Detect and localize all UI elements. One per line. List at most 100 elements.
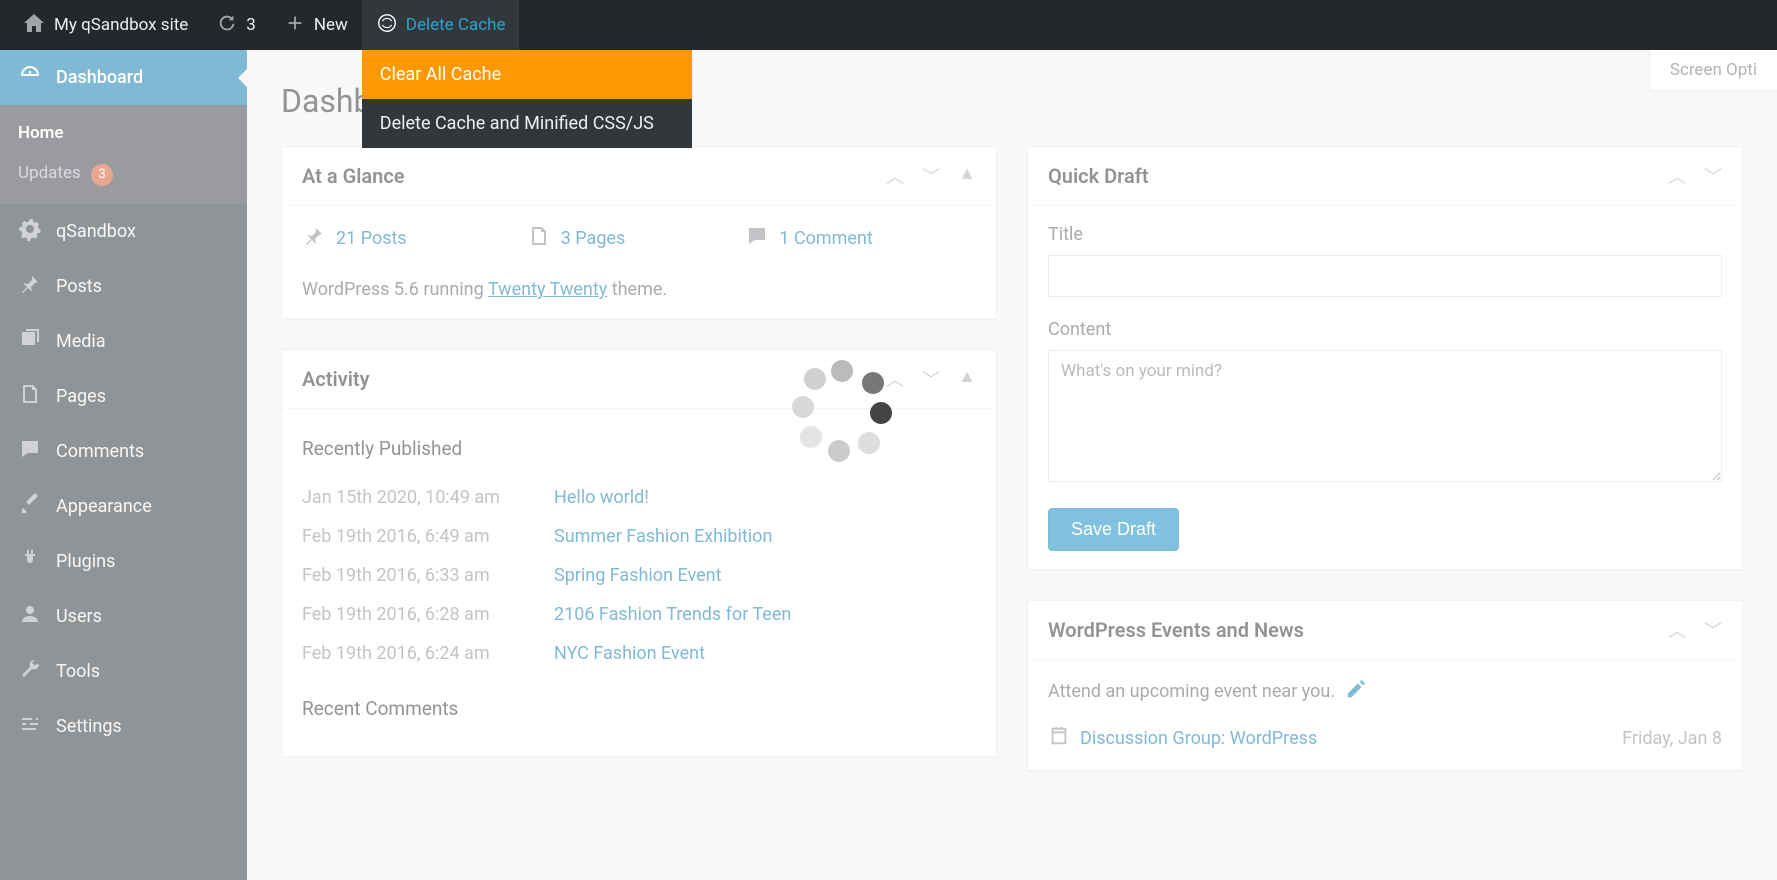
sidebar-item-tools[interactable]: Tools	[0, 644, 247, 699]
glance-pages[interactable]: 3 Pages	[527, 224, 626, 253]
sidebar-item-label: Users	[56, 606, 102, 627]
activity-post-link[interactable]: 2106 Fashion Trends for Teen	[554, 604, 791, 625]
delete-cache-label: Delete Cache	[406, 15, 506, 35]
move-up-icon[interactable]: ︿	[886, 163, 904, 189]
admin-bar: My qSandbox site 3 New Delete Cache Clea…	[0, 0, 1777, 50]
sidebar-item-label: Appearance	[56, 496, 152, 517]
column-right: Quick Draft ︿ ﹀ Title Content Sa	[1027, 146, 1743, 801]
submenu-updates[interactable]: Updates 3	[0, 153, 247, 196]
brush-icon	[18, 492, 42, 521]
sidebar-item-dashboard[interactable]: Dashboard	[0, 50, 247, 105]
toggle-icon[interactable]: ▲	[958, 163, 976, 189]
sidebar-item-label: Comments	[56, 441, 144, 462]
new-content-link[interactable]: New	[270, 0, 362, 50]
activity-title: Activity	[302, 367, 370, 391]
quick-draft-header: Quick Draft ︿ ﹀	[1028, 147, 1742, 206]
recently-published-heading: Recently Published	[302, 437, 976, 460]
activity-row: Feb 19th 2016, 6:28 am2106 Fashion Trend…	[302, 595, 976, 634]
sidebar-item-media[interactable]: Media	[0, 314, 247, 369]
sidebar-item-label: Dashboard	[56, 67, 143, 88]
activity-date: Feb 19th 2016, 6:33 am	[302, 565, 520, 586]
delete-cache-menu[interactable]: Delete Cache Clear All Cache Delete Cach…	[362, 0, 520, 50]
home-icon	[22, 11, 46, 40]
glance-note: WordPress 5.6 running Twenty Twenty them…	[302, 279, 976, 300]
sidebar-item-pages[interactable]: Pages	[0, 369, 247, 424]
recent-comments-heading: Recent Comments	[302, 697, 976, 720]
move-down-icon[interactable]: ﹀	[1704, 617, 1722, 643]
events-header: WordPress Events and News ︿ ﹀	[1028, 601, 1742, 660]
refresh-count: 3	[246, 15, 256, 35]
user-icon	[18, 602, 42, 631]
sidebar-item-comments[interactable]: Comments	[0, 424, 247, 479]
pin-icon	[18, 272, 42, 301]
activity-row: Feb 19th 2016, 6:33 am Spring Fashion Eve…	[302, 556, 976, 595]
submenu-updates-label: Updates	[18, 163, 81, 183]
postbox-controls: ︿ ﹀ ▲	[886, 163, 976, 189]
activity-date: Feb 19th 2016, 6:24 am	[302, 643, 520, 664]
postbox-controls: ︿ ﹀	[1668, 617, 1722, 643]
glance-pages-link[interactable]: 3 Pages	[561, 228, 626, 249]
sidebar-item-appearance[interactable]: Appearance	[0, 479, 247, 534]
wrench-icon	[18, 657, 42, 686]
move-up-icon[interactable]: ︿	[886, 366, 904, 392]
comments-icon	[745, 224, 769, 253]
main-content: Dashboard At a Glance ︿ ﹀ ▲ 21 Post	[247, 50, 1777, 880]
activity-row: Jan 15th 2020, 10:49 amHello world!	[302, 478, 976, 517]
move-up-icon[interactable]: ︿	[1668, 163, 1686, 189]
refresh-icon	[216, 12, 238, 39]
at-a-glance-body: 21 Posts 3 Pages 1 Comment WordPress 5.6…	[282, 206, 996, 318]
pencil-icon[interactable]	[1345, 678, 1367, 705]
save-draft-button[interactable]: Save Draft	[1048, 508, 1179, 551]
cache-icon	[376, 12, 398, 39]
qd-title-input[interactable]	[1048, 255, 1722, 297]
pages-icon	[527, 224, 551, 253]
activity-post-link[interactable]: Summer Fashion Exhibition	[554, 526, 772, 547]
glance-posts[interactable]: 21 Posts	[302, 224, 407, 253]
sidebar-item-label: Settings	[56, 716, 122, 737]
postbox-controls: ︿ ﹀	[1668, 163, 1722, 189]
activity-post-link[interactable]: Spring Fashion Event	[554, 565, 721, 586]
submenu-home[interactable]: Home	[0, 113, 247, 153]
move-up-icon[interactable]: ︿	[1668, 617, 1686, 643]
dashboard-icon	[18, 63, 42, 92]
dashboard-submenu: Home Updates 3	[0, 105, 247, 204]
sidebar-item-plugins[interactable]: Plugins	[0, 534, 247, 589]
activity-date: Feb 19th 2016, 6:49 am	[302, 526, 520, 547]
move-down-icon[interactable]: ﹀	[1704, 163, 1722, 189]
qd-content-textarea[interactable]	[1048, 350, 1722, 482]
activity-row: Feb 19th 2016, 6:24 am NYC Fashion Event	[302, 634, 976, 673]
comments-icon	[18, 437, 42, 466]
activity-header: Activity ︿ ﹀ ▲	[282, 350, 996, 409]
pages-icon	[18, 382, 42, 411]
event-link[interactable]: Discussion Group: WordPress	[1048, 725, 1317, 752]
sidebar-item-users[interactable]: Users	[0, 589, 247, 644]
new-label: New	[314, 15, 348, 35]
clear-all-cache-item[interactable]: Clear All Cache	[362, 50, 692, 99]
move-down-icon[interactable]: ﹀	[922, 366, 940, 392]
activity-post-link[interactable]: NYC Fashion Event	[554, 643, 705, 664]
sidebar-item-label: Plugins	[56, 551, 115, 572]
glance-comments[interactable]: 1 Comment	[745, 224, 873, 253]
activity-post-link[interactable]: Hello world!	[554, 487, 649, 508]
media-icon	[18, 327, 42, 356]
refresh-link[interactable]: 3	[202, 0, 270, 50]
qd-title-label: Title	[1048, 224, 1722, 245]
sidebar-item-posts[interactable]: Posts	[0, 259, 247, 314]
sidebar-item-label: Posts	[56, 276, 102, 297]
move-down-icon[interactable]: ﹀	[922, 163, 940, 189]
gear-icon	[18, 217, 42, 246]
admin-sidebar: Dashboard Home Updates 3 qSandbox Posts …	[0, 50, 247, 880]
toggle-icon[interactable]: ▲	[958, 366, 976, 392]
updates-badge: 3	[91, 164, 113, 186]
glance-posts-link[interactable]: 21 Posts	[336, 228, 407, 249]
column-left: At a Glance ︿ ﹀ ▲ 21 Posts	[281, 146, 997, 801]
plus-icon	[284, 12, 306, 39]
delete-minified-item[interactable]: Delete Cache and Minified CSS/JS	[362, 99, 692, 148]
theme-link[interactable]: Twenty Twenty	[488, 279, 607, 300]
glance-comments-link[interactable]: 1 Comment	[779, 228, 873, 249]
site-home-link[interactable]: My qSandbox site	[8, 0, 202, 50]
sidebar-item-settings[interactable]: Settings	[0, 699, 247, 754]
sidebar-item-qsandbox[interactable]: qSandbox	[0, 204, 247, 259]
event-row: Discussion Group: WordPress Friday, Jan …	[1048, 725, 1722, 752]
screen-options-tab[interactable]: Screen Opti	[1649, 50, 1777, 91]
